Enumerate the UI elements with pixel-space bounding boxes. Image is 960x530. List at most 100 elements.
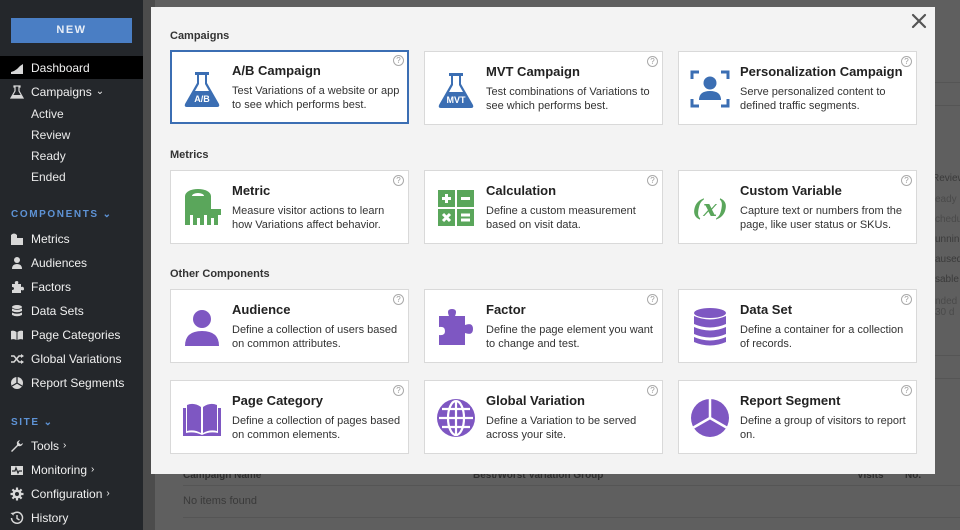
sidebar-item-label: Data Sets xyxy=(31,303,84,318)
background-divider xyxy=(935,378,960,379)
background-status-text: Review xyxy=(932,173,960,184)
group-title-metrics: Metrics xyxy=(170,149,209,161)
card-ab-campaign[interactable]: A/B A/B Campaign Test Variations of a we… xyxy=(170,50,409,124)
background-divider xyxy=(935,105,960,106)
help-icon[interactable]: ? xyxy=(901,175,912,186)
card-personalization-campaign[interactable]: Personalization Campaign Serve personali… xyxy=(678,51,917,125)
chevron-down-icon: ⌄ xyxy=(95,86,105,97)
book-icon xyxy=(10,328,24,342)
sidebar-item-label: Factors xyxy=(31,279,72,294)
sidebar-item-global-variations[interactable]: Global Variations xyxy=(0,347,143,370)
chevron-right-icon: › xyxy=(106,488,110,499)
sidebar-subitem-ready[interactable]: Ready xyxy=(31,149,66,163)
svg-text:(x): (x) xyxy=(692,195,727,222)
puzzle-icon xyxy=(10,280,24,294)
help-icon[interactable]: ? xyxy=(901,294,912,305)
close-button[interactable] xyxy=(909,11,929,31)
flask-icon xyxy=(10,84,24,99)
card-report-segment[interactable]: Report Segment Define a group of visitor… xyxy=(678,380,917,454)
card-data-set[interactable]: Data Set Define a container for a collec… xyxy=(678,289,917,363)
sidebar-subitem-ended[interactable]: Ended xyxy=(31,170,66,184)
sidebar-item-audiences[interactable]: Audiences xyxy=(0,251,143,274)
card-metric[interactable]: Metric Measure visitor actions to learn … xyxy=(170,170,409,244)
help-icon[interactable]: ? xyxy=(647,385,658,396)
card-title: Page Category xyxy=(232,393,324,408)
sidebar-item-report-segments[interactable]: Report Segments xyxy=(0,371,143,394)
section-label: COMPONENTS xyxy=(11,209,99,220)
background-status-text: unning xyxy=(935,234,960,245)
sidebar-item-label: Tools xyxy=(31,438,60,453)
person-icon xyxy=(10,256,24,270)
card-page-category[interactable]: Page Category Define a collection of pag… xyxy=(170,380,409,454)
sidebar-item-label: Configuration xyxy=(31,486,103,501)
help-icon[interactable]: ? xyxy=(393,175,404,186)
card-description: Capture text or numbers from the page, l… xyxy=(740,205,903,231)
card-title: Personalization Campaign xyxy=(740,64,903,79)
card-description: Define a group of visitors to report on. xyxy=(740,415,906,441)
chevron-down-icon: ⌄ xyxy=(43,417,54,428)
pie-segment-icon xyxy=(689,397,731,439)
book-icon xyxy=(181,397,223,439)
sidebar-item-page-categories[interactable]: Page Categories xyxy=(0,323,143,346)
sidebar-item-label: History xyxy=(31,510,69,525)
sidebar-item-label: Metrics xyxy=(31,231,70,246)
card-title: Factor xyxy=(486,302,526,317)
new-button[interactable]: NEW xyxy=(11,18,132,43)
sidebar-item-label: Report Segments xyxy=(31,375,125,390)
person-target-icon xyxy=(689,68,731,110)
flask-badge: A/B xyxy=(194,94,210,104)
sidebar-item-metrics[interactable]: Metrics xyxy=(0,227,143,250)
pie-segment-icon xyxy=(10,376,24,390)
background-status-text: eady xyxy=(935,194,957,205)
puzzle-icon xyxy=(435,306,477,348)
card-mvt-campaign[interactable]: MVT MVT Campaign Test combinations of Va… xyxy=(424,51,663,125)
sidebar-item-configuration[interactable]: Configuration › xyxy=(0,482,143,505)
sidebar-item-label: Dashboard xyxy=(31,60,90,75)
sidebar: NEW Dashboard Campaigns ⌄ Active Review … xyxy=(0,0,143,530)
sidebar-subitem-active[interactable]: Active xyxy=(31,107,64,121)
background-status-text: 30 d xyxy=(935,307,955,318)
chevron-right-icon: › xyxy=(91,464,95,475)
components-section-header[interactable]: COMPONENTS ⌄ xyxy=(11,209,113,220)
sidebar-item-dashboard[interactable]: Dashboard xyxy=(0,56,143,79)
sidebar-item-data-sets[interactable]: Data Sets xyxy=(0,299,143,322)
background-divider xyxy=(183,485,960,486)
dashboard-chart-icon xyxy=(10,61,24,75)
card-description: Serve personalized content to defined tr… xyxy=(740,86,886,112)
database-icon xyxy=(689,306,731,348)
empty-table-message: No items found xyxy=(183,495,257,507)
card-description: Define the page element you want to chan… xyxy=(486,324,653,350)
card-audience[interactable]: Audience Define a collection of users ba… xyxy=(170,289,409,363)
help-icon[interactable]: ? xyxy=(901,56,912,67)
site-section-header[interactable]: SITE ⌄ xyxy=(11,417,54,428)
shuffle-icon xyxy=(10,352,24,366)
card-global-variation[interactable]: Global Variation Define a Variation to b… xyxy=(424,380,663,454)
background-status-text: sable xyxy=(935,274,959,285)
card-title: Custom Variable xyxy=(740,183,842,198)
help-icon[interactable]: ? xyxy=(647,294,658,305)
chevron-down-icon: ⌄ xyxy=(102,209,113,220)
sidebar-item-tools[interactable]: Tools › xyxy=(0,434,143,457)
sidebar-item-campaigns[interactable]: Campaigns ⌄ xyxy=(0,80,143,103)
help-icon[interactable]: ? xyxy=(647,56,658,67)
help-icon[interactable]: ? xyxy=(393,385,404,396)
card-custom-variable[interactable]: (x) Custom Variable Capture text or numb… xyxy=(678,170,917,244)
card-calculation[interactable]: Calculation Define a custom measurement … xyxy=(424,170,663,244)
sidebar-item-factors[interactable]: Factors xyxy=(0,275,143,298)
help-icon[interactable]: ? xyxy=(393,55,404,66)
group-title-campaigns: Campaigns xyxy=(170,30,230,42)
sidebar-subitem-review[interactable]: Review xyxy=(31,128,70,142)
background-divider xyxy=(183,517,960,518)
card-title: Calculation xyxy=(486,183,557,198)
card-title: Data Set xyxy=(740,302,793,317)
sidebar-item-monitoring[interactable]: Monitoring › xyxy=(0,458,143,481)
sidebar-item-label: Monitoring xyxy=(31,462,88,477)
sidebar-item-history[interactable]: History xyxy=(0,506,143,529)
gear-icon xyxy=(10,487,24,501)
help-icon[interactable]: ? xyxy=(901,385,912,396)
card-description: Test Variations of a website or app to s… xyxy=(232,85,400,111)
help-icon[interactable]: ? xyxy=(647,175,658,186)
card-factor[interactable]: Factor Define the page element you want … xyxy=(424,289,663,363)
help-icon[interactable]: ? xyxy=(393,294,404,305)
history-clock-icon xyxy=(10,511,24,525)
